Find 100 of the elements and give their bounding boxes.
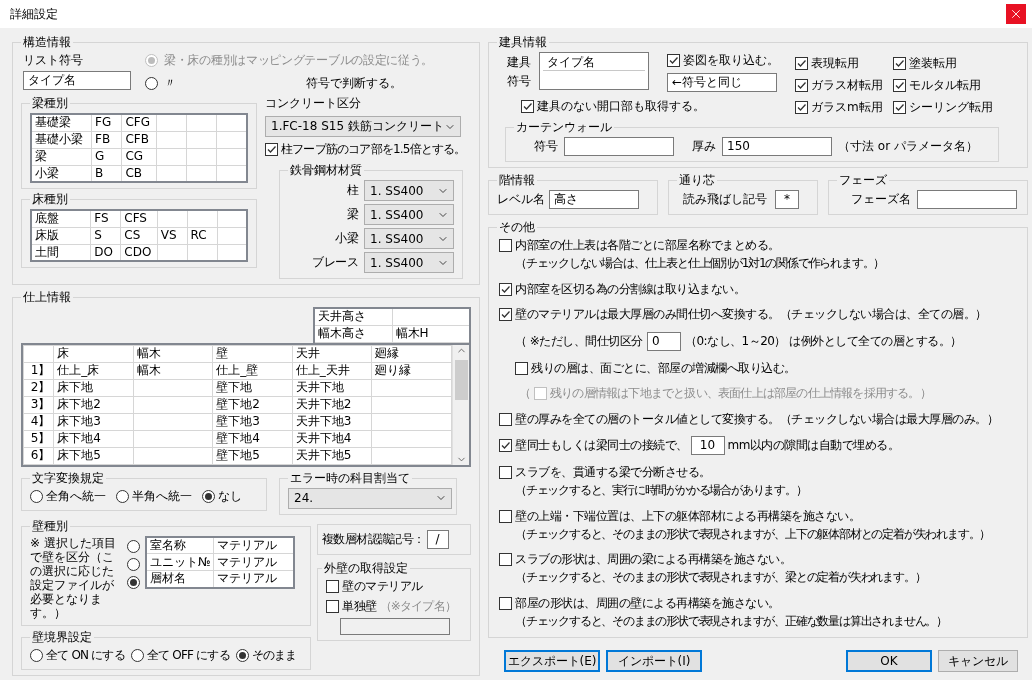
text-field[interactable]: タイプ名 bbox=[23, 71, 131, 90]
table-cell[interactable]: 基礎梁 bbox=[31, 114, 92, 131]
label: コンクリート区分 bbox=[265, 95, 362, 112]
label: 残りの層は、面ごとに、部屋の増減欄へ取り込む。 bbox=[531, 359, 796, 377]
label: 全て ON にする bbox=[46, 646, 125, 664]
row-number: 4】 bbox=[23, 413, 54, 430]
table-cell[interactable]: 床下地4 bbox=[53, 430, 134, 447]
label: なし bbox=[218, 487, 242, 505]
label: そのまま bbox=[251, 646, 297, 664]
table-cell[interactable]: 床下地2 bbox=[53, 396, 134, 413]
material-dropdown[interactable]: 1. SS400 bbox=[364, 228, 454, 249]
table-cell[interactable]: 仕上_天井 bbox=[292, 362, 372, 379]
concrete-dropdown[interactable]: 1.FC-18 S15 鉄筋コンクリート bbox=[265, 116, 461, 137]
group-title: フェーズ bbox=[838, 172, 888, 189]
label: 表現転用 bbox=[811, 55, 859, 72]
table-cell[interactable]: 床下地5 bbox=[53, 447, 134, 464]
label: 建具のない開口部も取得する。 bbox=[537, 98, 705, 115]
text-field[interactable]: 高さ bbox=[549, 190, 639, 209]
label: レベル名 bbox=[497, 191, 545, 208]
table-cell[interactable]: VS bbox=[157, 227, 188, 244]
table-cell[interactable]: 天井下地5 bbox=[292, 447, 372, 464]
text-field[interactable]: 150 bbox=[722, 137, 832, 156]
table-cell[interactable]: 底盤 bbox=[31, 210, 91, 227]
row-number: 2】 bbox=[23, 379, 54, 396]
dialog-button[interactable]: インポート(I) bbox=[606, 650, 702, 672]
table-cell[interactable]: CFG bbox=[121, 114, 157, 131]
text-field[interactable]: ←符号と同じ bbox=[667, 73, 777, 92]
subject-dropdown[interactable]: 24. bbox=[288, 487, 452, 509]
dialog-button[interactable]: エクスポート(E) bbox=[504, 650, 600, 672]
label: ガラス材転用 bbox=[811, 77, 883, 94]
column-header: 廻縁 bbox=[371, 345, 452, 362]
label: 読み飛ばし記号 bbox=[683, 191, 767, 208]
label: 全て OFF にする bbox=[146, 646, 230, 664]
table-cell[interactable]: 幅木H bbox=[392, 325, 470, 342]
number-field[interactable]: 0 bbox=[646, 331, 681, 351]
table-cell[interactable]: 梁 bbox=[31, 148, 92, 165]
table-cell[interactable]: CFB bbox=[121, 131, 157, 148]
label: ガラスm転用 bbox=[811, 99, 883, 116]
table-cell[interactable]: FS bbox=[90, 210, 121, 227]
table-cell: ユニット№ bbox=[146, 553, 214, 571]
label: 複数層材認識記号： bbox=[322, 530, 425, 548]
table-cell[interactable]: CG bbox=[121, 148, 157, 165]
column-header: 天井 bbox=[292, 345, 372, 362]
table-cell[interactable]: FG bbox=[91, 114, 122, 131]
material-dropdown[interactable]: 1. SS400 bbox=[364, 180, 454, 201]
label: 半角へ統一 bbox=[132, 487, 192, 505]
label: （チェックしない場合は、仕上表と仕上個別が1対1の関係で作られます。） bbox=[515, 255, 885, 272]
label: 内部室の仕上表は各階ごとに部屋名称でまとめる。 bbox=[515, 237, 780, 254]
label: 〃 bbox=[164, 75, 176, 92]
group-title: 梁種別 bbox=[31, 95, 69, 112]
table-cell[interactable]: 壁下地5 bbox=[212, 447, 293, 464]
table-cell[interactable]: 壁下地3 bbox=[212, 413, 293, 430]
label: フェーズ名 bbox=[851, 191, 911, 208]
dialog-button[interactable]: キャンセル bbox=[938, 650, 1018, 672]
list-entry[interactable]: タイプ名 bbox=[543, 54, 645, 71]
label: スラブを、貫通する梁で分断させる。 bbox=[515, 464, 711, 481]
label: スラブの形状は、周囲の梁による再構築を施さない。 bbox=[515, 551, 791, 569]
symbol-list[interactable]: タイプ名 bbox=[539, 52, 649, 90]
table-cell[interactable]: 床版 bbox=[31, 227, 91, 244]
dialog-button[interactable]: OK bbox=[846, 650, 932, 672]
table-cell[interactable]: 壁下地 bbox=[212, 379, 293, 396]
table-cell[interactable]: 幅木 bbox=[133, 362, 213, 379]
table-cell[interactable]: S bbox=[90, 227, 121, 244]
table-cell[interactable]: RC bbox=[187, 227, 218, 244]
table-cell[interactable]: 床下地3 bbox=[53, 413, 134, 430]
table-cell[interactable]: 天井下地4 bbox=[292, 430, 372, 447]
table-cell[interactable]: 廻り縁 bbox=[371, 362, 452, 379]
table-cell[interactable]: 基礎小梁 bbox=[31, 131, 92, 148]
group-title: 外壁の取得設定 bbox=[323, 559, 409, 577]
group-title: 階情報 bbox=[498, 172, 536, 189]
column-header: 壁 bbox=[212, 345, 293, 362]
label: 単独壁 bbox=[342, 597, 377, 615]
table-cell[interactable]: 天井下地 bbox=[292, 379, 372, 396]
label: （ ※ただし、間仕切区分 bbox=[515, 332, 643, 350]
label: 部屋の形状は、周囲の壁による再構築を施さない。 bbox=[515, 594, 780, 612]
symbol-field[interactable]: / bbox=[426, 529, 449, 549]
label: 符号で判断する。 bbox=[306, 75, 402, 92]
table-cell[interactable]: CFS bbox=[120, 210, 158, 227]
table-cell[interactable]: 床下地 bbox=[53, 379, 134, 396]
table-cell[interactable]: 仕上_壁 bbox=[212, 362, 293, 379]
table-cell[interactable]: CS bbox=[120, 227, 158, 244]
material-dropdown[interactable]: 1. SS400 bbox=[364, 252, 454, 273]
table-cell[interactable]: 天井下地3 bbox=[292, 413, 372, 430]
group-title: 文字変換規定 bbox=[31, 469, 105, 487]
table-cell[interactable]: G bbox=[91, 148, 122, 165]
label: 梁 bbox=[346, 206, 358, 223]
group-title: その他 bbox=[498, 219, 536, 236]
table-cell[interactable]: 壁下地4 bbox=[212, 430, 293, 447]
number-field[interactable]: 10 bbox=[690, 436, 725, 456]
table-cell[interactable]: 天井下地2 bbox=[292, 396, 372, 413]
group-title: カーテンウォール bbox=[515, 119, 613, 136]
table-cell[interactable]: 壁下地2 bbox=[212, 396, 293, 413]
material-dropdown[interactable]: 1. SS400 bbox=[364, 204, 454, 225]
table-cell[interactable]: FB bbox=[91, 131, 122, 148]
table-cell[interactable]: 仕上_床 bbox=[53, 362, 134, 379]
label: 壁のマテリアル bbox=[342, 577, 423, 595]
group-title: 壁境界設定 bbox=[31, 628, 93, 646]
label: （ bbox=[519, 385, 531, 403]
label: 壁の上端・下端位置は、上下の躯体部材による再構築を施さない。 bbox=[515, 507, 860, 525]
symbol-field[interactable]: * bbox=[775, 190, 799, 209]
